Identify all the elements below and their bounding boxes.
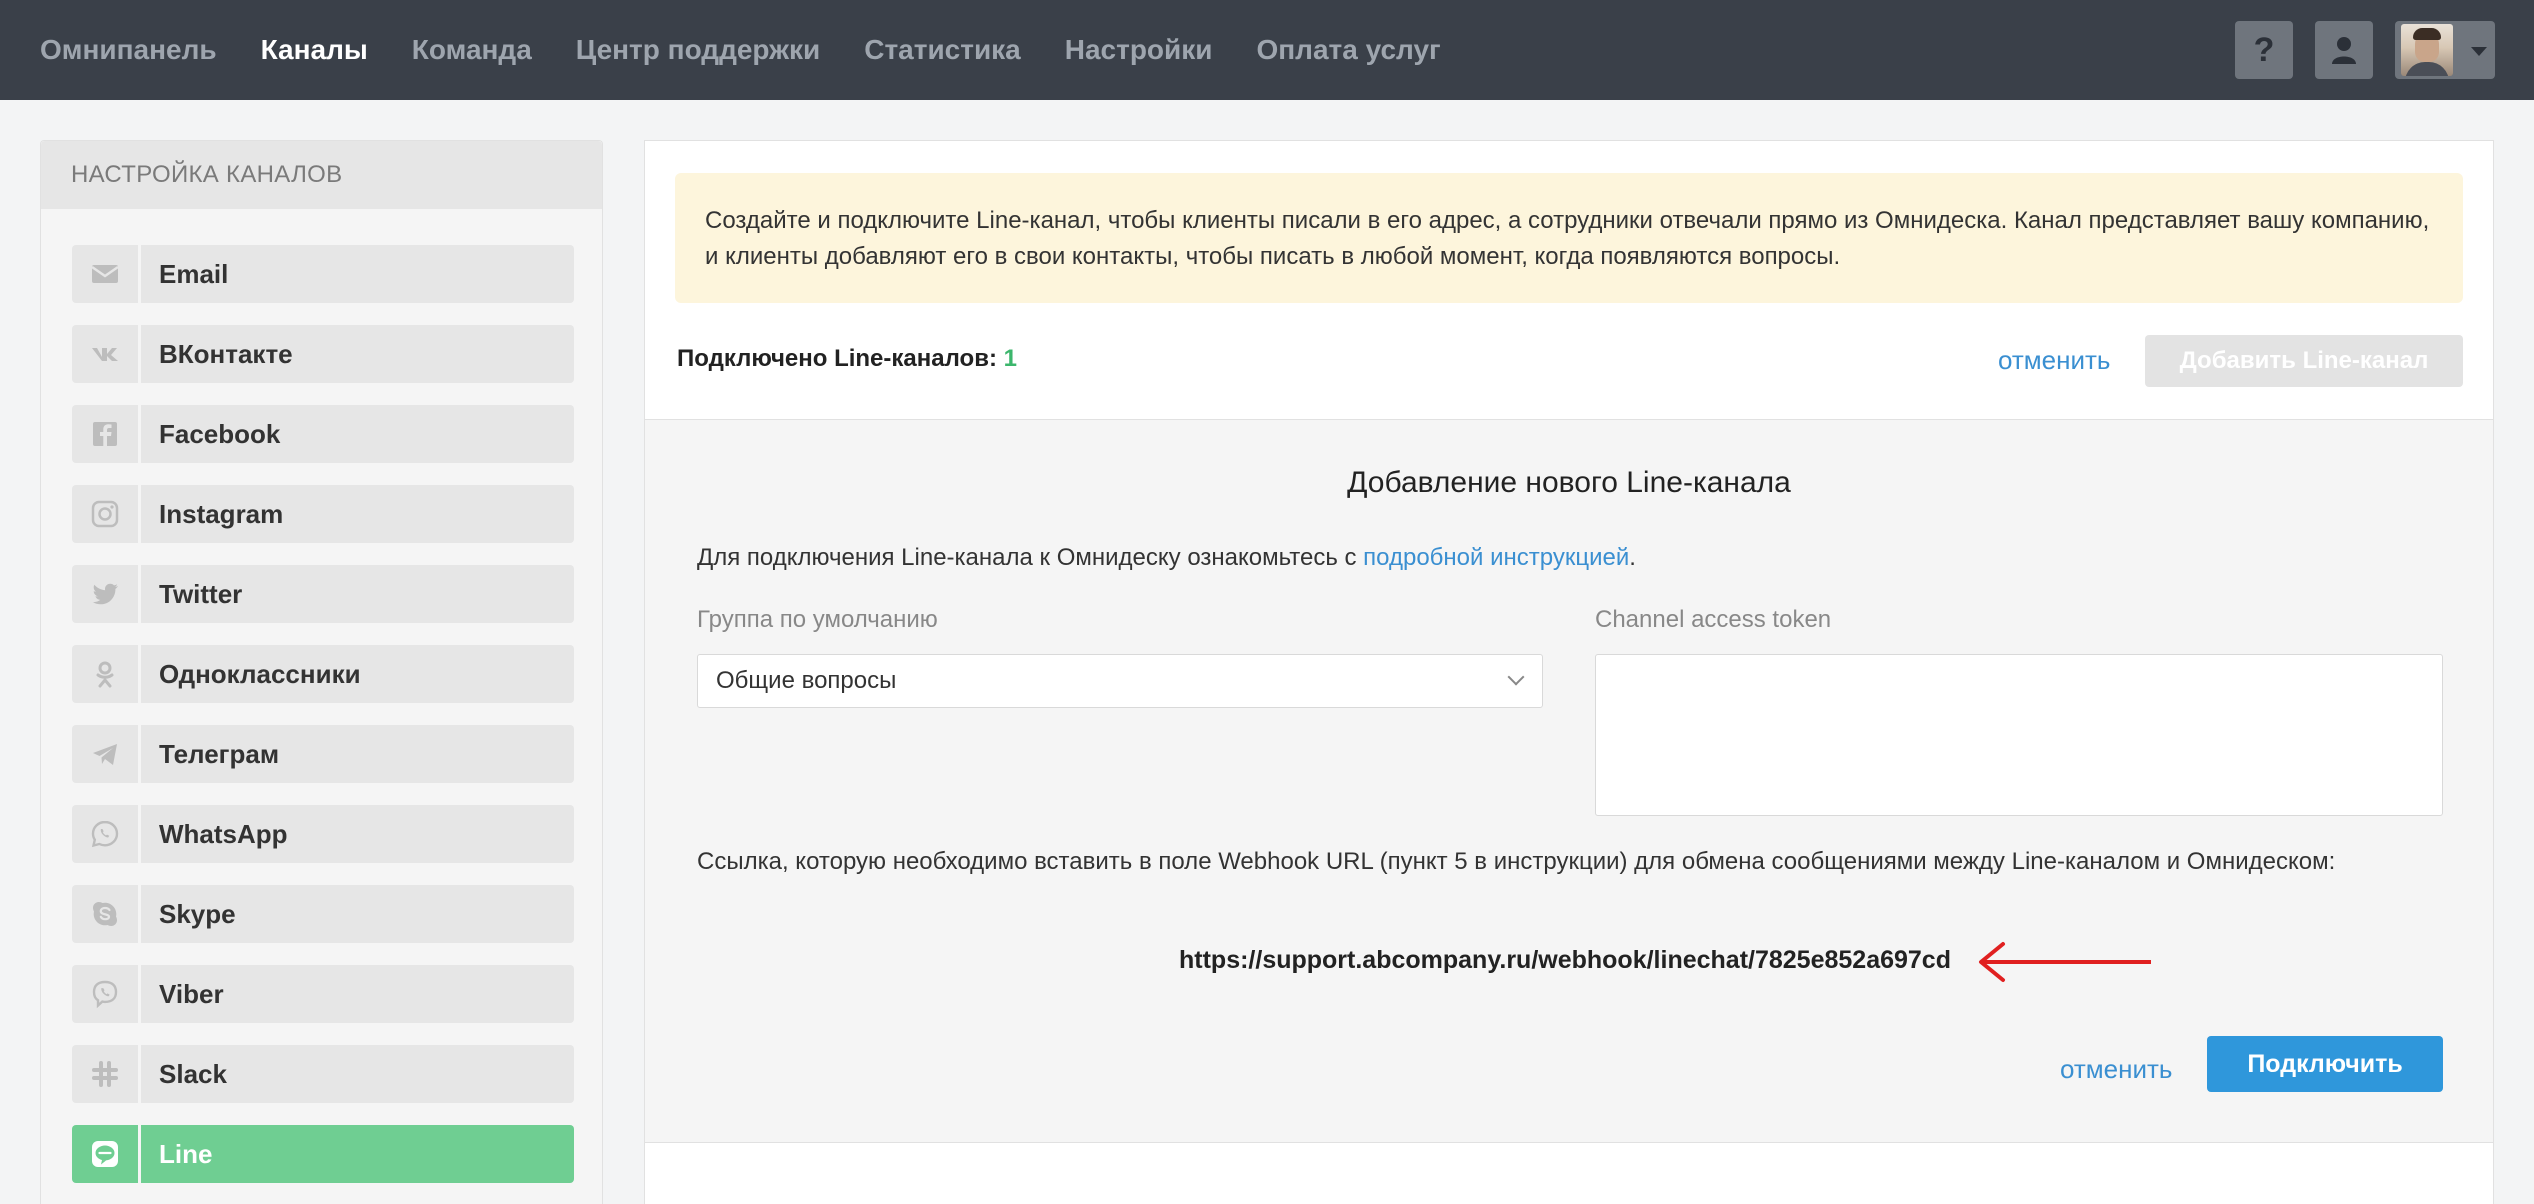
user-icon (2332, 37, 2356, 64)
sidebar-item-label: Slack (141, 1045, 574, 1103)
sidebar-item-label: ВКонтакте (141, 325, 574, 383)
form-title: Добавление нового Line-канала (1347, 466, 1791, 499)
sidebar-item-whatsapp[interactable]: WhatsApp (72, 805, 574, 863)
sidebar-item-twitter[interactable]: Twitter (72, 565, 574, 623)
instruction-link[interactable]: подробной инструкцией (1363, 544, 1629, 571)
default-group-label: Группа по умолчанию (697, 606, 938, 633)
vk-icon (92, 348, 118, 361)
slack-icon (92, 1061, 118, 1087)
line-icon (92, 1141, 118, 1167)
telegram-icon (93, 744, 117, 765)
avatar (2401, 24, 2453, 76)
sidebar-item-line[interactable]: Line (72, 1125, 574, 1183)
sidebar-item-label: Twitter (141, 565, 574, 623)
nav-support-center[interactable]: Центр поддержки (576, 34, 820, 66)
webhook-url: https://support.abcompany.ru/webhook/lin… (1179, 946, 1951, 974)
help-icon: ? (2253, 30, 2275, 69)
sidebar-item-odnoklassniki[interactable]: Одноклассники (72, 645, 574, 703)
nav-team[interactable]: Команда (412, 34, 532, 66)
sidebar-item-label: Viber (141, 965, 574, 1023)
sidebar-item-facebook[interactable]: Facebook (72, 405, 574, 463)
channel-access-token-input[interactable] (1595, 654, 2443, 816)
email-icon (91, 265, 119, 283)
sidebar-item-label: Line (141, 1125, 574, 1183)
sidebar-item-label: Телеграм (141, 725, 574, 783)
chevron-down-icon (1507, 668, 1525, 686)
webhook-instructions: Ссылка, которую необходимо вставить в по… (697, 848, 2336, 875)
user-profile-button[interactable] (2315, 21, 2373, 79)
nav-billing[interactable]: Оплата услуг (1256, 34, 1440, 66)
red-arrow-icon (1979, 942, 2151, 982)
viber-icon (92, 980, 118, 1009)
sidebar-title: НАСТРОЙКА КАНАЛОВ (41, 141, 602, 209)
sidebar-item-label: Email (141, 245, 574, 303)
facebook-icon (93, 422, 117, 446)
line-channel-panel: Создайте и подключите Line-канал, чтобы … (644, 140, 2494, 1204)
token-label: Channel access token (1595, 606, 1832, 633)
main-nav: Омнипанель Каналы Команда Центр поддержк… (40, 0, 1485, 100)
skype-icon (93, 902, 117, 926)
new-channel-form: Добавление нового Line-канала Для подклю… (645, 419, 2493, 1143)
sidebar-item-label: Facebook (141, 405, 574, 463)
form-intro-end: . (1629, 544, 1636, 571)
connect-button[interactable]: Подключить (2207, 1036, 2443, 1092)
connected-count: Подключено Line-каналов: 1 (677, 345, 1017, 373)
sidebar-item-label: Одноклассники (141, 645, 574, 703)
whatsapp-icon (91, 820, 119, 848)
sidebar-item-label: Skype (141, 885, 574, 943)
cancel-link-bottom[interactable]: отменить (2060, 1054, 2172, 1085)
sidebar-item-slack[interactable]: Slack (72, 1045, 574, 1103)
twitter-icon (92, 583, 118, 605)
channel-settings-sidebar: НАСТРОЙКА КАНАЛОВ Email ВКонтакте Facebo… (40, 140, 603, 1204)
connected-count-value: 1 (1003, 345, 1017, 372)
form-intro: Для подключения Line-канала к Омнидеску … (697, 544, 1636, 572)
sidebar-item-viber[interactable]: Viber (72, 965, 574, 1023)
instagram-icon (91, 500, 119, 528)
sidebar-item-telegram[interactable]: Телеграм (72, 725, 574, 783)
top-navigation-bar: Омнипанель Каналы Команда Центр поддержк… (0, 0, 2534, 100)
add-line-channel-button[interactable]: Добавить Line-канал (2145, 335, 2463, 387)
nav-channels[interactable]: Каналы (261, 34, 368, 66)
sidebar-item-label: Instagram (141, 485, 574, 543)
nav-omnipanel[interactable]: Омнипанель (40, 34, 217, 66)
nav-settings[interactable]: Настройки (1065, 34, 1213, 66)
default-group-select[interactable]: Общие вопросы (697, 654, 1543, 708)
nav-statistics[interactable]: Статистика (864, 34, 1021, 66)
sidebar-item-label: WhatsApp (141, 805, 574, 863)
sidebar-item-skype[interactable]: Skype (72, 885, 574, 943)
cancel-link-top[interactable]: отменить (1998, 345, 2110, 376)
info-notice: Создайте и подключите Line-канал, чтобы … (675, 173, 2463, 303)
sidebar-item-instagram[interactable]: Instagram (72, 485, 574, 543)
help-button[interactable]: ? (2235, 21, 2293, 79)
sidebar-item-email[interactable]: Email (72, 245, 574, 303)
connected-count-label: Подключено Line-каналов: (677, 345, 997, 372)
odnoklassniki-icon (96, 661, 114, 688)
form-intro-text: Для подключения Line-канала к Омнидеску … (697, 544, 1364, 571)
chevron-down-icon (2471, 47, 2487, 56)
default-group-value: Общие вопросы (716, 667, 897, 694)
sidebar-item-vk[interactable]: ВКонтакте (72, 325, 574, 383)
avatar-dropdown[interactable] (2395, 21, 2495, 79)
